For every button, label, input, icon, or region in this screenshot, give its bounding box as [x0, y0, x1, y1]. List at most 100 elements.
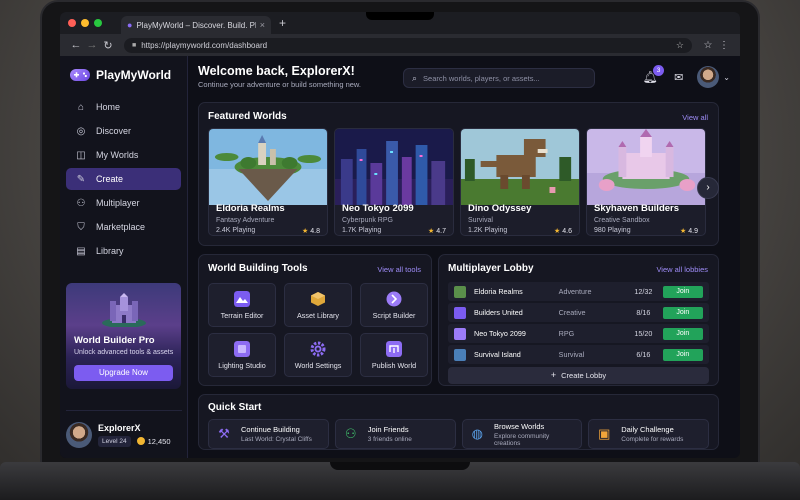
- quick-start-item-title: Continue Building: [241, 425, 300, 434]
- users-icon: ⚇: [76, 197, 86, 209]
- world-card-rating: ★ 4.9: [679, 228, 698, 235]
- tool-asset-library[interactable]: Asset Library: [284, 283, 352, 327]
- sidebar-item-marketplace[interactable]: ⛉ Marketplace: [66, 216, 181, 238]
- url-field[interactable]: ■ https://playmyworld.com/dashboard ☆: [124, 37, 692, 53]
- browser-tab[interactable]: ● PlayMyWorld – Discover. Build. Play. ×: [121, 16, 271, 34]
- world-card-name: Dino Odyssey: [468, 203, 532, 214]
- world-card-neo-tokyo-2099[interactable]: Neo Tokyo 2099 Cyberpunk RPG 1.7K Playin…: [334, 128, 454, 236]
- create-lobby-button[interactable]: + Create Lobby: [448, 367, 709, 384]
- gamepad-favicon-icon: ●: [127, 20, 133, 30]
- tool-lighting-studio[interactable]: Lighting Studio: [208, 333, 276, 377]
- bell-icon[interactable]: 🔔︎ 3: [640, 65, 665, 84]
- gear-icon: [310, 341, 326, 356]
- join-lobby-button[interactable]: Join: [662, 327, 703, 340]
- store-icon: ⛉: [77, 221, 85, 233]
- world-builder-pro-promo: World Builder Pro Unlock advanced tools …: [66, 283, 181, 389]
- featured-next-button[interactable]: ›: [697, 177, 719, 199]
- new-tab-button[interactable]: +: [279, 16, 286, 30]
- quick-start-item-title: Join Friends: [367, 425, 409, 434]
- sidebar-item-my-worlds[interactable]: ◫ My Worlds: [66, 144, 181, 166]
- mail-icon[interactable]: ✉: [674, 71, 683, 84]
- world-card-name: Eldoria Realms: [216, 203, 285, 214]
- quick-start-item-desc: Complete for rewards: [621, 436, 684, 443]
- brand-name: PlayMyWorld: [96, 68, 172, 82]
- lobby-mode: Creative: [558, 308, 586, 317]
- chevron-down-icon[interactable]: ⌄: [723, 73, 730, 82]
- quick-start-row: ⚒ Continue Building Last World: Crystal …: [208, 419, 709, 449]
- window-minimize-dot[interactable]: [81, 19, 89, 27]
- create-icon: ✎: [76, 173, 86, 185]
- header-avatar[interactable]: [697, 66, 720, 88]
- bookmark-star-icon[interactable]: ☆: [676, 40, 684, 51]
- library-icon: ▤: [76, 245, 86, 257]
- page-title: Welcome back, ExplorerX!: [198, 64, 355, 78]
- publish-icon: [386, 340, 402, 357]
- tool-label: Publish World: [371, 360, 417, 370]
- sidebar-item-home[interactable]: ⌂ Home: [66, 96, 181, 118]
- sidebar-item-multiplayer[interactable]: ⚇ Multiplayer: [66, 192, 181, 214]
- star-icon: ★: [427, 228, 435, 235]
- quick-start-browse-worlds[interactable]: ◍ Browse Worlds Explore community creati…: [461, 419, 583, 449]
- brand[interactable]: PlayMyWorld: [70, 68, 177, 82]
- quick-start-panel: Quick Start ⚒ Continue Building Last Wor…: [198, 394, 719, 450]
- laptop-screen: ● PlayMyWorld – Discover. Build. Play. ×…: [60, 12, 740, 458]
- promo-subtitle: Unlock advanced tools & assets: [74, 349, 174, 356]
- multiplayer-lobby-panel: Multiplayer Lobby View all lobbies Eldor…: [438, 254, 719, 386]
- world-card-name: Neo Tokyo 2099: [342, 203, 414, 214]
- world-thumbnail-icon: [454, 348, 466, 361]
- browser-address-bar: ← → ↻ ■ https://playmyworld.com/dashboar…: [60, 34, 740, 56]
- tool-label: Terrain Editor: [220, 310, 264, 320]
- join-lobby-button[interactable]: Join: [662, 306, 703, 319]
- world-card-name: Skyhaven Builders: [594, 203, 680, 214]
- quick-start-item-desc: Last World: Crystal Cliffs: [241, 436, 312, 443]
- lobby-player-count: 6/16: [636, 350, 651, 359]
- url-text: https://playmyworld.com/dashboard: [141, 40, 268, 50]
- reload-icon[interactable]: ↻: [100, 39, 116, 52]
- search-input[interactable]: [423, 73, 584, 83]
- script-icon: [386, 291, 402, 306]
- bookmarks-star-icon[interactable]: ☆: [700, 40, 716, 51]
- page-subtitle: Continue your adventure or build somethi…: [198, 80, 362, 89]
- tools-view-all-link[interactable]: View all tools: [377, 265, 421, 274]
- quick-start-continue-building[interactable]: ⚒ Continue Building Last World: Crystal …: [208, 419, 329, 449]
- sidebar-item-discover[interactable]: ◎ Discover: [66, 120, 181, 142]
- window-maximize-dot[interactable]: [94, 19, 102, 27]
- world-card-genre: Cyberpunk RPG: [342, 217, 393, 224]
- upgrade-now-button[interactable]: Upgrade Now: [74, 365, 173, 381]
- window-close-dot[interactable]: [68, 19, 76, 27]
- main-content: Welcome back, ExplorerX! Continue your a…: [188, 56, 740, 458]
- sidebar-item-library[interactable]: ▤ Library: [66, 240, 181, 262]
- quick-start-join-friends[interactable]: ⚇ Join Friends 3 friends online: [334, 419, 456, 449]
- tool-label: Lighting Studio: [218, 360, 266, 370]
- user-profile[interactable]: ExplorerX Level 24 12,450: [66, 410, 182, 452]
- tool-terrain-editor[interactable]: Terrain Editor: [208, 283, 276, 327]
- world-card-dino-odyssey[interactable]: Dino Odyssey Survival 1.2K Playing ★ 4.6: [460, 128, 580, 236]
- top-icons: 🔔︎ 3 ✉ ⌄: [640, 65, 730, 88]
- sidebar-item-create[interactable]: ✎ Create: [66, 168, 181, 190]
- lobby-view-all-link[interactable]: View all lobbies: [656, 265, 708, 274]
- search-box[interactable]: ⌕: [403, 68, 595, 88]
- tab-title: PlayMyWorld – Discover. Build. Play.: [136, 20, 256, 30]
- forward-arrow-icon[interactable]: →: [84, 39, 100, 51]
- browser-menu-icon[interactable]: ⋮: [716, 40, 732, 51]
- laptop-keyboard-deck: [0, 462, 800, 500]
- tool-publish-world[interactable]: Publish World: [360, 333, 428, 377]
- tool-script-builder[interactable]: Script Builder: [360, 283, 428, 327]
- user-coins: 12,450: [147, 436, 171, 446]
- lobby-name: Neo Tokyo 2099: [474, 329, 526, 338]
- featured-view-all-link[interactable]: View all: [682, 113, 708, 122]
- world-card-eldoria-realms[interactable]: Eldoria Realms Fantasy Adventure 2.4K Pl…: [208, 128, 328, 236]
- tool-label: Asset Library: [297, 310, 339, 320]
- star-icon: ★: [301, 228, 309, 235]
- back-arrow-icon[interactable]: ←: [68, 39, 84, 51]
- join-lobby-button[interactable]: Join: [662, 348, 703, 361]
- join-lobby-button[interactable]: Join: [662, 285, 703, 298]
- lobby-row-eldoria-realms: Eldoria Realms Adventure 12/32 Join: [448, 282, 709, 301]
- sidebar-item-label: Discover: [96, 126, 132, 136]
- quick-start-daily-challenge[interactable]: ▣ Daily Challenge Complete for rewards: [588, 419, 709, 449]
- world-card-skyhaven-builders[interactable]: Skyhaven Builders Creative Sandbox 980 P…: [586, 128, 706, 236]
- quick-start-item-desc: 3 friends online: [367, 436, 412, 443]
- tab-close-icon[interactable]: ×: [260, 20, 265, 30]
- quick-start-item-title: Daily Challenge: [621, 425, 674, 434]
- tool-world-settings[interactable]: World Settings: [284, 333, 352, 377]
